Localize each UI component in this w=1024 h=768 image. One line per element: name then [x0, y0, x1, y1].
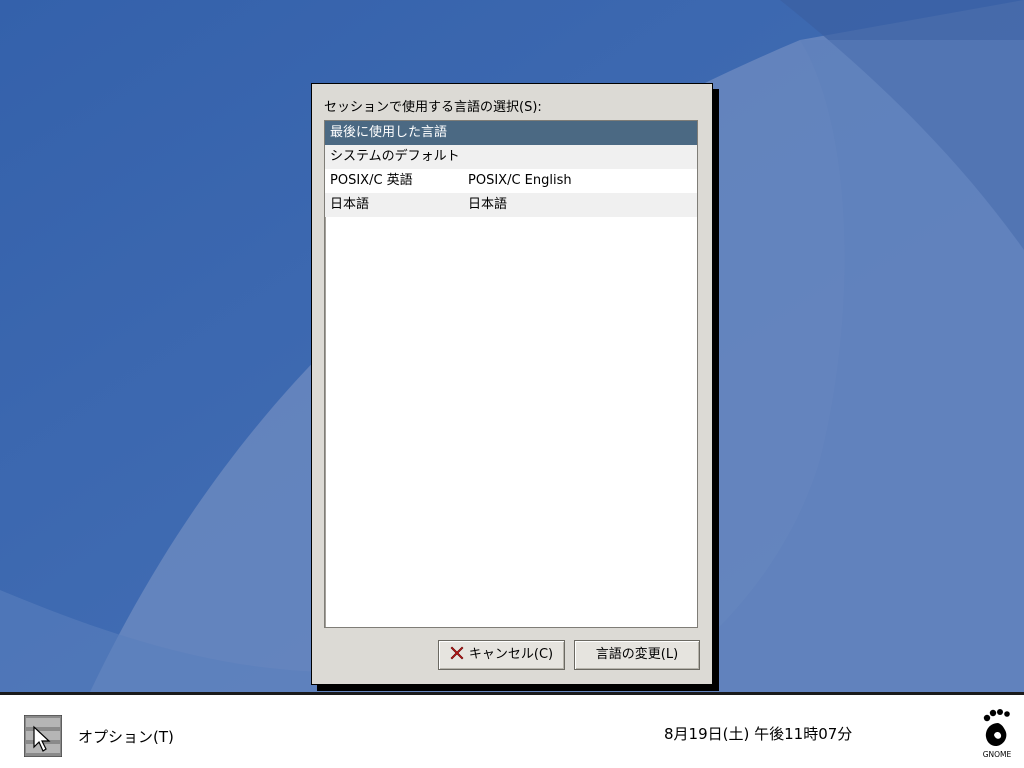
list-item-native: POSIX/C English — [468, 173, 572, 188]
list-item-name: 日本語 — [330, 197, 370, 212]
list-item-system-default[interactable]: システムのデフォルト — [325, 145, 697, 169]
list-item-name: 最後に使用した言語 — [330, 125, 448, 140]
language-list[interactable]: 最後に使用した言語 システムのデフォルト POSIX/C 英語 POSIX/C … — [324, 120, 698, 628]
list-item-name: POSIX/C 英語 — [330, 173, 413, 188]
list-item-japanese[interactable]: 日本語 日本語 — [325, 193, 697, 217]
gnome-logo-text: GNOME — [983, 750, 1012, 759]
bottom-panel: オプション(T) 8月19日(土) 午後11時07分 GNOME — [0, 692, 1024, 768]
options-menu-icon[interactable] — [24, 715, 62, 757]
change-language-button[interactable]: 言語の変更(L) — [574, 640, 700, 670]
list-item-native: 日本語 — [468, 197, 508, 212]
change-language-button-label: 言語の変更(L) — [595, 647, 679, 662]
options-menu-label[interactable]: オプション(T) — [78, 726, 174, 747]
list-item-last-used[interactable]: 最後に使用した言語 — [325, 121, 697, 145]
cancel-button-label: キャンセル(C) — [468, 647, 554, 662]
gnome-logo-icon: GNOME — [983, 709, 1012, 759]
list-item-posix[interactable]: POSIX/C 英語 POSIX/C English — [325, 169, 697, 193]
cancel-x-icon — [450, 646, 464, 660]
cancel-button[interactable]: キャンセル(C) — [438, 640, 565, 670]
language-prompt-label: セッションで使用する言語の選択(S): — [324, 100, 542, 115]
list-item-name: システムのデフォルト — [330, 149, 460, 164]
clock: 8月19日(土) 午後11時07分 — [664, 725, 853, 743]
language-dialog: セッションで使用する言語の選択(S): 最後に使用した言語 システムのデフォルト… — [311, 83, 713, 685]
